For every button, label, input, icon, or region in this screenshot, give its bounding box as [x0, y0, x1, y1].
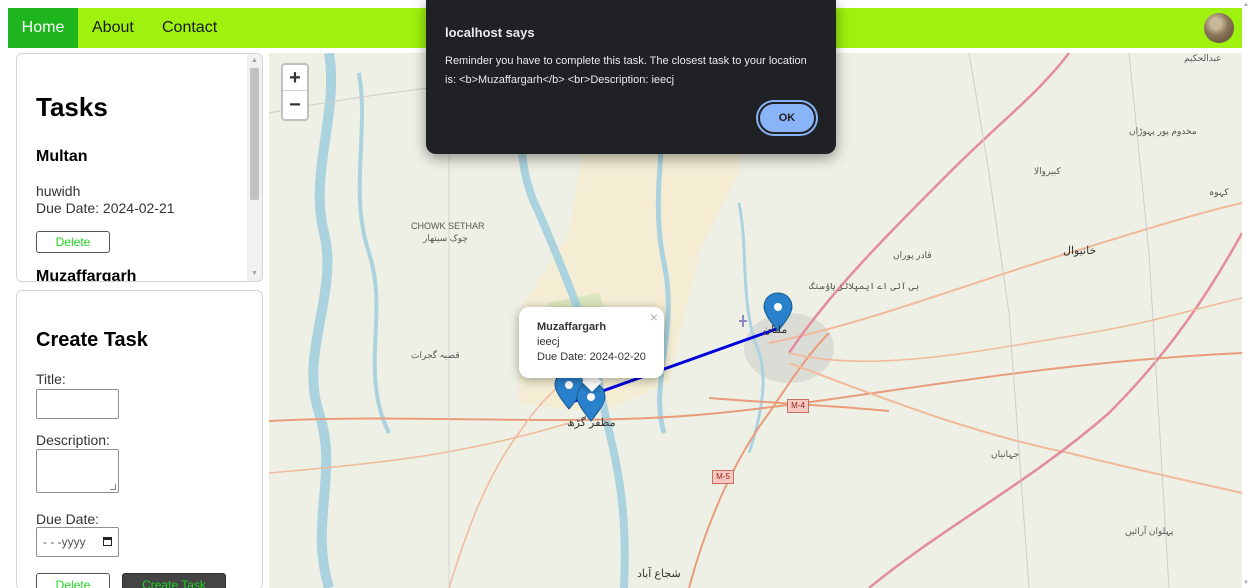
zoom-control: + − — [281, 63, 309, 121]
user-avatar[interactable] — [1204, 13, 1234, 43]
create-task-heading: Create Task — [36, 329, 148, 351]
dialog-title: localhost says — [445, 25, 535, 40]
map-label: بی آئی اے ایمپلائز ہاؤسنگ — [809, 281, 920, 291]
nav-contact-link[interactable]: Contact — [162, 8, 217, 48]
dialog-message: Reminder you have to complete this task.… — [445, 55, 807, 86]
tasks-scrollbar[interactable]: ▲ ▼ — [247, 54, 262, 281]
form-delete-button[interactable]: Delete — [36, 573, 110, 588]
map-label: مظفر گڑھ — [567, 417, 616, 429]
map-label: قادر پوراں — [893, 250, 932, 260]
due-date-label: Due Date: — [36, 511, 100, 527]
scroll-down-arrow-icon[interactable]: ▼ — [250, 269, 259, 279]
map-label: CHOWK SETHAR — [411, 221, 485, 231]
resize-grip-icon[interactable] — [110, 484, 116, 490]
map-label: خانیوال — [1063, 245, 1097, 257]
title-input[interactable] — [36, 389, 119, 419]
tasks-heading: Tasks — [36, 92, 108, 122]
task-delete-button[interactable]: Delete — [36, 231, 110, 253]
scrollbar-thumb[interactable] — [250, 68, 259, 200]
app-root: Home About Contact Tasks Multan huwidh D… — [0, 0, 1250, 588]
page-scrollbar[interactable]: ▲ ▼ — [1242, 0, 1250, 588]
map-label: مخدوم پور پہوڑاں — [1129, 126, 1197, 136]
nav-home-link[interactable]: Home — [8, 8, 78, 48]
map-label: شجاع آباد — [637, 568, 681, 580]
popup-due-date: Due Date: 2024-02-20 — [537, 351, 646, 363]
scroll-down-arrow-icon[interactable]: ▼ — [1242, 580, 1250, 586]
due-date-placeholder: - - -yyyy — [43, 535, 86, 549]
close-icon[interactable]: × — [650, 309, 658, 325]
map-label: ملتان — [763, 324, 788, 336]
map-label: جہانیاں — [991, 449, 1020, 459]
create-task-button[interactable]: Create Task — [122, 573, 226, 588]
scroll-up-arrow-icon[interactable]: ▲ — [250, 56, 259, 66]
description-label: Description: — [36, 432, 110, 448]
alert-dialog: localhost says Reminder you have to comp… — [426, 0, 836, 154]
task-due-date: Due Date: 2024-02-21 — [36, 200, 175, 216]
task-description: huwidh — [36, 183, 81, 199]
map-label: قصبہ گجرات — [411, 350, 460, 360]
title-label: Title: — [36, 371, 66, 387]
motorway-shield: M-4 — [787, 399, 809, 413]
task-name: Multan — [36, 148, 88, 165]
create-task-panel: Create Task Title: Description: Due Date… — [16, 290, 263, 588]
due-date-input[interactable]: - - -yyyy — [36, 527, 119, 557]
map-label: کبیروالا — [1034, 166, 1061, 176]
task-name: Muzaffargarh — [36, 268, 137, 282]
zoom-out-button[interactable]: − — [283, 92, 307, 118]
zoom-in-button[interactable]: + — [283, 65, 307, 91]
popup-title: Muzaffargarh — [537, 321, 607, 333]
tasks-panel: Tasks Multan huwidh Due Date: 2024-02-21… — [16, 53, 263, 282]
map-label: پہلوان آرائیں — [1125, 526, 1174, 536]
calendar-icon[interactable] — [103, 537, 112, 546]
map-label: کہوہ — [1209, 187, 1229, 197]
ok-button[interactable]: OK — [758, 102, 816, 134]
map-label: چوک سیتھار — [423, 233, 468, 243]
description-textarea[interactable] — [36, 449, 119, 493]
map-label: عبدالحکیم — [1184, 53, 1222, 63]
popup-description: ieecj — [537, 336, 560, 348]
nav-about-link[interactable]: About — [92, 8, 134, 48]
marker-popup: × Muzaffargarh ieecj Due Date: 2024-02-2… — [519, 307, 664, 378]
scroll-up-arrow-icon[interactable]: ▲ — [1242, 2, 1250, 8]
motorway-shield: M-5 — [712, 470, 734, 484]
